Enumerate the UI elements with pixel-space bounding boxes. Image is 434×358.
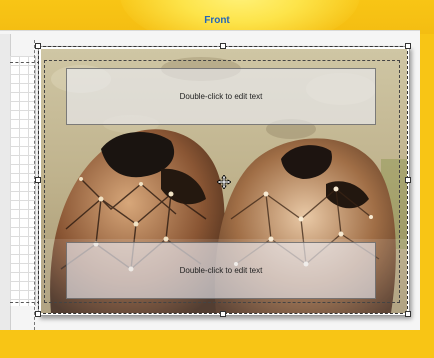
resize-handle-right[interactable] [405,177,411,183]
bottom-bar [0,330,434,358]
page-label-front[interactable]: Front [0,15,434,26]
guide-line-left [34,40,35,330]
resize-handle-top-right[interactable] [405,43,411,49]
text-placeholder-bottom[interactable]: Double-click to edit text [66,242,376,299]
resize-handle-left[interactable] [35,177,41,183]
resize-handle-top[interactable] [220,43,226,49]
text-placeholder-label: Double-click to edit text [179,266,263,275]
grid-area [10,56,36,306]
guide-line-top [10,62,40,63]
resize-handle-bottom-right[interactable] [405,311,411,317]
resize-handle-top-left[interactable] [35,43,41,49]
text-placeholder-top[interactable]: Double-click to edit text [66,68,376,125]
text-placeholder-label: Double-click to edit text [179,92,263,101]
move-cursor-icon [216,174,232,194]
guide-line-bottom [10,302,40,303]
resize-handle-bottom-left[interactable] [35,311,41,317]
resize-handle-bottom[interactable] [220,311,226,317]
